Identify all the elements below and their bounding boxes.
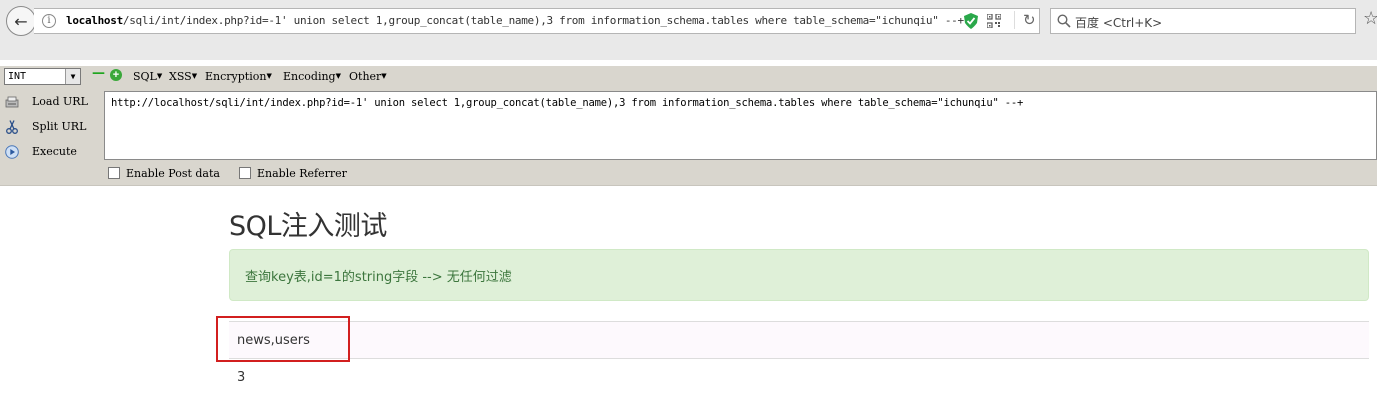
- hackbar-type-select[interactable]: INT ▼: [4, 68, 81, 85]
- search-bar[interactable]: 百度 <Ctrl+K>: [1050, 8, 1356, 34]
- result-table: news,users 3: [229, 321, 1369, 395]
- checkbox-box[interactable]: [239, 167, 251, 179]
- info-icon[interactable]: i: [42, 14, 56, 28]
- alert-text: 查询key表,id=1的string字段 --> 无任何过滤: [245, 270, 512, 285]
- search-icon: [1057, 14, 1071, 28]
- address-text[interactable]: localhost/sqli/int/index.php?id=-1' unio…: [66, 14, 964, 27]
- bookmark-star-icon[interactable]: ☆: [1363, 8, 1377, 29]
- execute-button[interactable]: Execute: [0, 142, 100, 164]
- caret-down-icon: ▼: [335, 72, 341, 80]
- caret-down-icon: ▼: [381, 72, 387, 80]
- play-icon: [5, 145, 19, 159]
- qr-code-icon[interactable]: [987, 14, 1001, 28]
- hackbar-panel: INT ▼ — + SQL▼ XSS▼ Encryption▼ Encoding…: [0, 66, 1377, 186]
- load-url-button[interactable]: Load URL: [0, 92, 100, 114]
- enable-post-data-checkbox[interactable]: Enable Post data: [108, 167, 220, 180]
- address-bar[interactable]: i localhost/sqli/int/index.php?id=-1' un…: [34, 8, 1040, 34]
- caret-down-icon: ▼: [191, 72, 198, 80]
- chevron-down-icon[interactable]: ▼: [65, 69, 80, 84]
- scissors-icon: [6, 120, 18, 134]
- plus-icon[interactable]: +: [110, 69, 122, 81]
- hackbar-select-value: INT: [8, 71, 27, 82]
- caret-down-icon: ▼: [156, 72, 163, 80]
- minus-icon[interactable]: —: [92, 67, 105, 80]
- back-arrow-icon: ←: [14, 11, 28, 31]
- red-highlight-annotation: [216, 316, 350, 362]
- table-row: news,users: [229, 321, 1369, 358]
- info-alert: 查询key表,id=1的string字段 --> 无任何过滤: [229, 249, 1369, 301]
- reload-icon[interactable]: ↻: [1014, 11, 1036, 29]
- back-button[interactable]: ←: [6, 6, 36, 36]
- menu-sql[interactable]: SQL▼: [133, 70, 162, 83]
- menu-encryption[interactable]: Encryption▼: [205, 70, 272, 83]
- checkbox-box[interactable]: [108, 167, 120, 179]
- browser-toolbar: ← i localhost/sqli/int/index.php?id=-1' …: [0, 0, 1377, 60]
- shield-icon[interactable]: [964, 13, 978, 29]
- search-placeholder: 百度 <Ctrl+K>: [1075, 16, 1163, 30]
- menu-other[interactable]: Other▼: [349, 70, 387, 83]
- split-url-button[interactable]: Split URL: [0, 117, 100, 139]
- enable-referrer-checkbox[interactable]: Enable Referrer: [239, 167, 347, 180]
- menu-encoding[interactable]: Encoding▼: [283, 70, 341, 83]
- caret-down-icon: ▼: [266, 72, 272, 80]
- page-title: SQL注入测试: [229, 211, 387, 242]
- load-url-icon: [5, 96, 19, 108]
- hackbar-url-textarea[interactable]: http://localhost/sqli/int/index.php?id=-…: [104, 91, 1377, 160]
- table-row: 3: [229, 358, 1369, 395]
- table-cell: 3: [237, 370, 246, 385]
- menu-xss[interactable]: XSS▼: [169, 70, 197, 83]
